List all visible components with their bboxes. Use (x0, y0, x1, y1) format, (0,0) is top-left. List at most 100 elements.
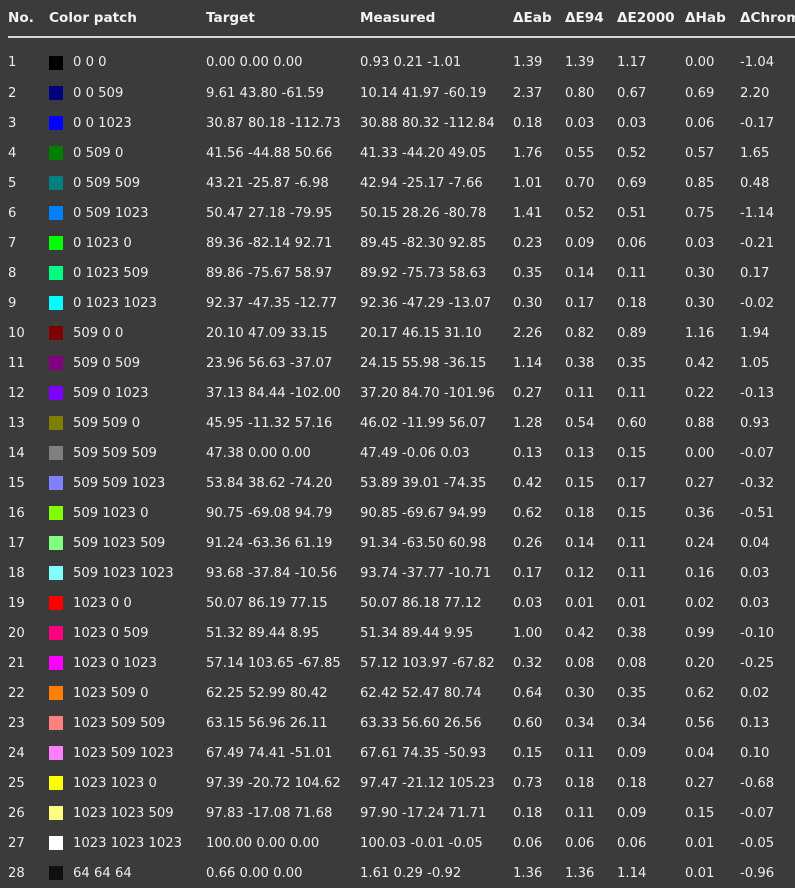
cell-delta-e94: 0.17 (565, 295, 595, 311)
cell-color-patch: 1023 1023 0 (49, 768, 206, 798)
cell-measured: 62.42 52.47 80.74 (360, 685, 482, 701)
cell-delta-eab: 0.06 (513, 835, 543, 851)
color-patch: 509 0 509 (49, 356, 206, 371)
cell-delta-hab: 0.27 (685, 475, 715, 491)
cell-delta-hab: 0.00 (685, 55, 715, 70)
cell-color-patch: 0 1023 1023 (49, 288, 206, 318)
color-patch: 509 509 0 (49, 416, 206, 431)
cell-delta-hab: 0.04 (685, 745, 715, 761)
color-patch: 0 0 0 (49, 55, 206, 70)
header-delta-e2000: ΔE2000 (617, 0, 685, 38)
color-swatch (49, 866, 63, 880)
cell-measured: 89.45 -82.30 92.85 (360, 235, 487, 251)
cell-color-patch: 1023 509 0 (49, 678, 206, 708)
table-row: 26 1023 1023 509 97.83 -17.08 71.68 97.90 -… (8, 798, 795, 828)
color-patch-label: 509 0 1023 (73, 385, 149, 401)
cell-target: 63.15 56.96 26.11 (206, 715, 328, 731)
cell-measured: 30.88 80.32 -112.84 (360, 115, 495, 131)
cell-color-patch: 1023 509 1023 (49, 738, 206, 768)
cell-measured: 92.36 -47.29 -13.07 (360, 295, 492, 311)
color-swatch (49, 716, 63, 730)
cell-color-patch: 509 0 1023 (49, 378, 206, 408)
cell-delta-hab: 0.36 (685, 505, 715, 521)
cell-delta-e94: 0.06 (565, 835, 595, 851)
cell-no: 12 (8, 385, 25, 401)
cell-delta-e2000: 0.35 (617, 355, 647, 371)
cell-measured: 89.92 -75.73 58.63 (360, 265, 487, 281)
cell-measured: 50.07 86.18 77.12 (360, 595, 482, 611)
cell-delta-eab: 1.36 (513, 865, 543, 881)
color-patch: 509 1023 509 (49, 536, 206, 551)
cell-delta-hab: 0.03 (685, 235, 715, 251)
cell-delta-chroma: -1.14 (740, 205, 775, 221)
cell-delta-e2000: 0.17 (617, 475, 647, 491)
cell-no: 14 (8, 445, 25, 461)
color-patch: 0 1023 1023 (49, 296, 206, 311)
cell-no: 19 (8, 595, 25, 611)
cell-color-patch: 1023 1023 509 (49, 798, 206, 828)
cell-measured: 1.61 0.29 -0.92 (360, 865, 462, 881)
cell-color-patch: 1023 0 509 (49, 618, 206, 648)
color-patch-label: 1023 509 1023 (73, 745, 174, 761)
table-row: 19 1023 0 0 50.07 86.19 77.15 50.07 86.18 7… (8, 588, 795, 618)
cell-measured: 97.90 -17.24 71.71 (360, 805, 487, 821)
cell-delta-eab: 0.27 (513, 385, 543, 401)
color-swatch (49, 506, 63, 520)
cell-no: 1 (8, 55, 17, 70)
color-patch-label: 1023 0 509 (73, 625, 149, 641)
cell-delta-chroma: -1.04 (740, 55, 775, 70)
cell-delta-eab: 0.30 (513, 295, 543, 311)
cell-delta-chroma: -0.51 (740, 505, 775, 521)
cell-delta-e94: 0.54 (565, 415, 595, 431)
table-row: 20 1023 0 509 51.32 89.44 8.95 51.34 89.44 … (8, 618, 795, 648)
cell-delta-chroma: 1.94 (740, 325, 770, 341)
cell-delta-e94: 0.14 (565, 265, 595, 281)
color-patch: 1023 1023 1023 (49, 836, 206, 851)
cell-delta-eab: 0.26 (513, 535, 543, 551)
cell-target: 93.68 -37.84 -10.56 (206, 565, 338, 581)
cell-delta-e2000: 0.35 (617, 685, 647, 701)
cell-delta-chroma: -0.02 (740, 295, 775, 311)
cell-delta-e2000: 0.11 (617, 565, 647, 581)
color-swatch (49, 326, 63, 340)
color-patch-label: 0 0 0 (73, 55, 107, 70)
header-color-patch: Color patch (49, 0, 206, 38)
cell-delta-hab: 0.56 (685, 715, 715, 731)
cell-target: 51.32 89.44 8.95 (206, 625, 320, 641)
cell-delta-e2000: 0.89 (617, 325, 647, 341)
color-patch-label: 0 1023 509 (73, 265, 149, 281)
color-patch-label: 64 64 64 (73, 865, 132, 881)
cell-target: 89.36 -82.14 92.71 (206, 235, 333, 251)
cell-no: 8 (8, 265, 17, 281)
cell-delta-hab: 0.16 (685, 565, 715, 581)
color-patch: 509 1023 1023 (49, 566, 206, 581)
cell-delta-e94: 1.39 (565, 55, 595, 70)
cell-delta-e94: 0.13 (565, 445, 595, 461)
color-patch-label: 509 509 1023 (73, 475, 166, 491)
cell-delta-hab: 0.22 (685, 385, 715, 401)
cell-measured: 90.85 -69.67 94.99 (360, 505, 487, 521)
color-swatch (49, 176, 63, 190)
color-patch: 509 0 1023 (49, 386, 206, 401)
cell-delta-e2000: 0.34 (617, 715, 647, 731)
cell-no: 11 (8, 355, 25, 371)
cell-measured: 10.14 41.97 -60.19 (360, 85, 487, 101)
color-swatch (49, 116, 63, 130)
cell-delta-e94: 0.18 (565, 775, 595, 791)
cell-delta-eab: 0.13 (513, 445, 543, 461)
color-accuracy-table: No. Color patch Target Measured ΔEab ΔE9… (8, 0, 795, 888)
color-swatch (49, 386, 63, 400)
cell-delta-e2000: 0.11 (617, 535, 647, 551)
cell-delta-eab: 0.62 (513, 505, 543, 521)
color-patch: 0 509 509 (49, 176, 206, 191)
table-row: 9 0 1023 1023 92.37 -47.35 -12.77 92.36 -47… (8, 288, 795, 318)
cell-no: 3 (8, 115, 17, 131)
cell-measured: 24.15 55.98 -36.15 (360, 355, 487, 371)
cell-delta-e2000: 0.06 (617, 835, 647, 851)
cell-target: 30.87 80.18 -112.73 (206, 115, 341, 131)
table-row: 6 0 509 1023 50.47 27.18 -79.95 50.15 28.26… (8, 198, 795, 228)
cell-delta-eab: 1.39 (513, 55, 543, 70)
color-patch-label: 1023 1023 0 (73, 775, 157, 791)
cell-target: 62.25 52.99 80.42 (206, 685, 328, 701)
color-patch: 1023 509 509 (49, 716, 206, 731)
